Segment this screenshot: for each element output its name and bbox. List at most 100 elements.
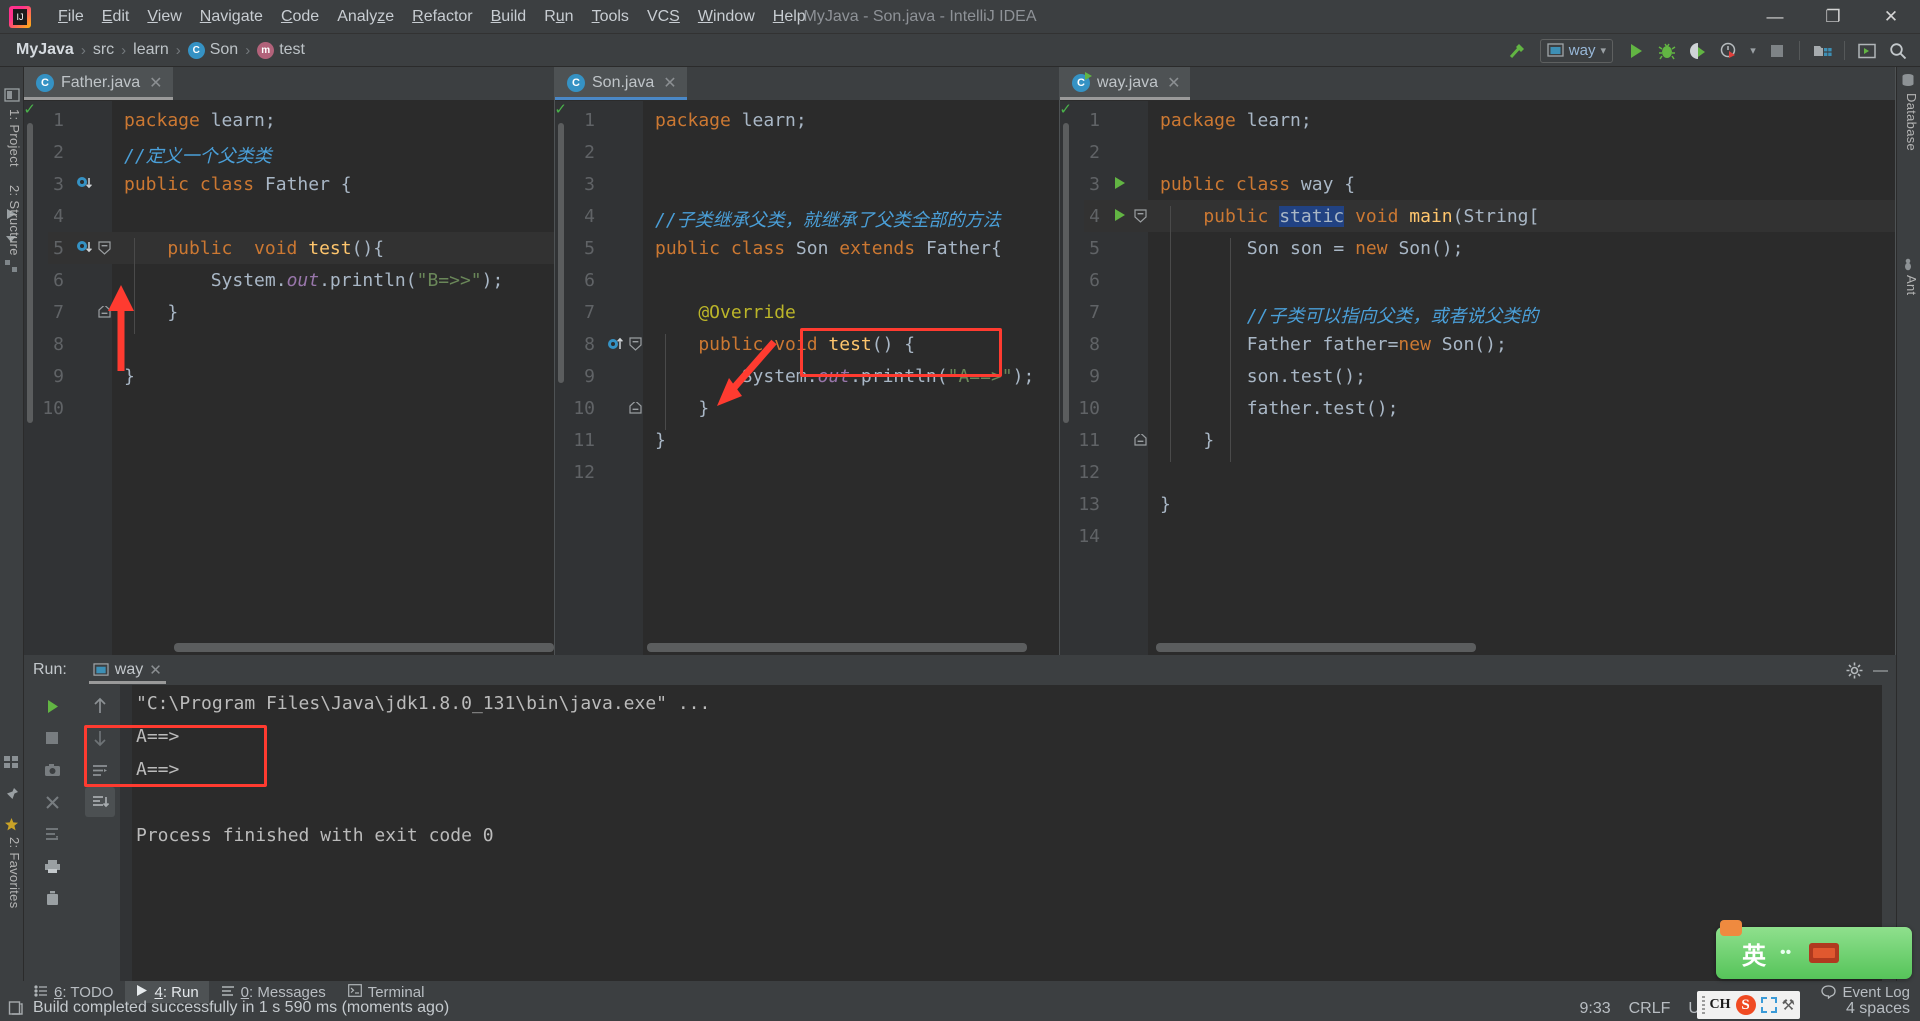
star-icon[interactable]: [4, 817, 20, 833]
ime-floating-bar[interactable]: 英 ••: [1716, 920, 1912, 979]
caret-position[interactable]: 9:33: [1579, 1000, 1610, 1018]
debug-icon[interactable]: [1653, 38, 1681, 64]
ime-language-label[interactable]: 英: [1742, 936, 1766, 971]
close-icon[interactable]: [37, 787, 67, 817]
tab-Father[interactable]: C Father.java ✕: [24, 67, 173, 100]
line-separator[interactable]: CRLF: [1629, 1000, 1671, 1018]
run-actions-column-2[interactable]: [80, 685, 120, 981]
sidebar-item-structure[interactable]: 2: Structure: [2, 185, 22, 256]
sidebar-item-favorites[interactable]: 2: Favorites: [2, 837, 22, 909]
sidebar-item-database[interactable]: Database: [1899, 93, 1919, 151]
project-structure-icon[interactable]: [1808, 38, 1836, 64]
close-window-button[interactable]: ✕: [1862, 0, 1920, 34]
main-toolbar[interactable]: way ▾ ▾: [1503, 34, 1912, 67]
screenshot-icon[interactable]: [37, 755, 67, 785]
fold-collapse-end-icon[interactable]: [1134, 432, 1147, 446]
left-tool-strip[interactable]: 1: Project 2: Structure 2: Favorites: [0, 67, 24, 981]
editor-gutter[interactable]: 1 2 3 4 5 6 7 8 9 10 11 12 13 14: [1072, 101, 1160, 655]
code-text[interactable]: package learn; //定义一个父类类 public class Fath…: [112, 101, 554, 655]
chevron-down-icon[interactable]: ▾: [1600, 44, 1606, 57]
horizontal-scrollbar[interactable]: [643, 640, 1057, 655]
sidebar-item-ant[interactable]: Ant: [1899, 275, 1919, 295]
run-actions-column[interactable]: [24, 685, 80, 981]
overridden-method-gutter-icon[interactable]: [76, 239, 93, 256]
minimize-button[interactable]: —: [1746, 0, 1804, 34]
menu-vcs[interactable]: VCS: [638, 4, 689, 30]
run-configuration-selector[interactable]: way ▾: [1539, 38, 1613, 63]
code-text[interactable]: package learn; //子类继承父类，就继承了父类全部的方法 public…: [643, 101, 1059, 655]
ime-drag-handle[interactable]: [1701, 996, 1705, 1014]
code-viewport[interactable]: ✓ 1 2 3 4 5 6 7 8 9 10 11 12 13 14 package learn; public…: [1060, 101, 1895, 655]
print-icon[interactable]: [37, 851, 67, 881]
database-icon[interactable]: [1901, 73, 1917, 89]
breadcrumb-item-src[interactable]: src: [93, 41, 114, 59]
run-icon[interactable]: [1622, 38, 1650, 64]
menu-navigate[interactable]: Navigate: [191, 4, 272, 30]
project-tree-icon[interactable]: [4, 87, 20, 103]
breadcrumb-item-test[interactable]: m test: [257, 41, 305, 59]
maximize-button[interactable]: ❐: [1804, 0, 1862, 34]
close-icon[interactable]: ✕: [149, 661, 162, 679]
run-method-gutter-icon[interactable]: [1112, 175, 1129, 192]
scroll-down-icon[interactable]: [85, 723, 115, 753]
rerun-icon[interactable]: [37, 691, 67, 721]
overriding-method-gutter-icon[interactable]: [607, 335, 624, 352]
breadcrumb-item-son[interactable]: C Son: [187, 41, 238, 59]
fold-collapse-icon[interactable]: [1134, 209, 1147, 223]
fullwidth-icon[interactable]: [1760, 997, 1777, 1013]
menu-run[interactable]: Run: [535, 4, 582, 30]
tab-way[interactable]: Cway.java ✕: [1060, 67, 1191, 100]
menu-bar[interactable]: File Edit View Navigate Code Analyze Refactor B…: [49, 4, 815, 30]
fold-collapse-icon[interactable]: [629, 337, 642, 351]
breadcrumb-item-myjava[interactable]: MyJava: [16, 41, 74, 59]
profiler-chevron-icon[interactable]: ▾: [1746, 38, 1760, 64]
horizontal-scrollbar[interactable]: [112, 640, 554, 655]
menu-file[interactable]: File: [49, 4, 93, 30]
ant-icon[interactable]: [1901, 257, 1917, 273]
code-viewport[interactable]: ✓ 1 2 3 4 5 6 7 8 9 10 11 12 package learn;//子类继承父类，就…: [555, 101, 1059, 655]
stop-icon[interactable]: [1763, 38, 1791, 64]
breadcrumb-item-learn[interactable]: learn: [133, 41, 169, 59]
run-header-actions[interactable]: —: [1846, 655, 1888, 685]
fold-collapse-end-icon[interactable]: [629, 400, 642, 414]
close-icon[interactable]: ✕: [149, 73, 162, 93]
run-with-coverage-icon[interactable]: [1684, 38, 1712, 64]
horizontal-scrollbar[interactable]: [1148, 640, 1893, 655]
hammer-icon[interactable]: [1503, 38, 1531, 64]
structure-module-icon[interactable]: [4, 259, 20, 275]
window-controls[interactable]: — ❐ ✕: [1746, 0, 1920, 34]
profiler-icon[interactable]: [1715, 38, 1743, 64]
code-viewport[interactable]: ✓ 1 2 3 4 5 6 7 8 9 10 package learn;//定义一个父类类 publi…: [24, 101, 554, 655]
close-icon[interactable]: ✕: [663, 73, 676, 93]
menu-tools[interactable]: Tools: [583, 4, 638, 30]
editor-gutter[interactable]: 1 2 3 4 5 6 7 8 9 10 11 12: [567, 101, 643, 655]
menu-help[interactable]: Help: [764, 4, 815, 30]
sidebar-item-project[interactable]: 1: Project: [2, 109, 22, 167]
menu-view[interactable]: View: [138, 4, 190, 30]
keyboard-icon[interactable]: [1809, 943, 1840, 963]
scroll-up-icon[interactable]: [85, 691, 115, 721]
editor-gutter[interactable]: 1 2 3 4 5 6 7 8 9 10: [36, 101, 124, 655]
search-everywhere-icon[interactable]: [1884, 38, 1912, 64]
scrollbar-thumb[interactable]: [174, 643, 554, 652]
bookmark-pin-icon[interactable]: [4, 787, 20, 803]
overridden-method-gutter-icon[interactable]: [76, 175, 93, 192]
menu-analyze[interactable]: Analyze: [328, 4, 403, 30]
toolbox-icon[interactable]: ⚒: [1782, 996, 1795, 1014]
menu-edit[interactable]: Edit: [93, 4, 139, 30]
close-icon[interactable]: ✕: [1167, 73, 1180, 93]
stop-icon[interactable]: [37, 723, 67, 753]
breadcrumb[interactable]: MyJava › src › learn › C Son › m test: [0, 41, 305, 59]
run-tab-way[interactable]: way ✕: [85, 656, 170, 684]
ime-mode-label[interactable]: CH: [1710, 997, 1731, 1013]
tab-Son[interactable]: C Son.java ✕: [555, 67, 687, 100]
run-method-gutter-icon[interactable]: [1112, 207, 1129, 224]
sogou-ime-toolbar[interactable]: CH S ⚒: [1696, 991, 1800, 1019]
sogou-logo-icon[interactable]: S: [1735, 995, 1756, 1015]
trash-icon[interactable]: [37, 883, 67, 913]
indent-setting[interactable]: 4 spaces: [1846, 1000, 1910, 1018]
minimize-panel-icon[interactable]: —: [1873, 662, 1888, 679]
menu-window[interactable]: Window: [689, 4, 764, 30]
event-log-button[interactable]: Event Log: [1842, 984, 1910, 1001]
soft-wrap-icon[interactable]: [85, 755, 115, 785]
